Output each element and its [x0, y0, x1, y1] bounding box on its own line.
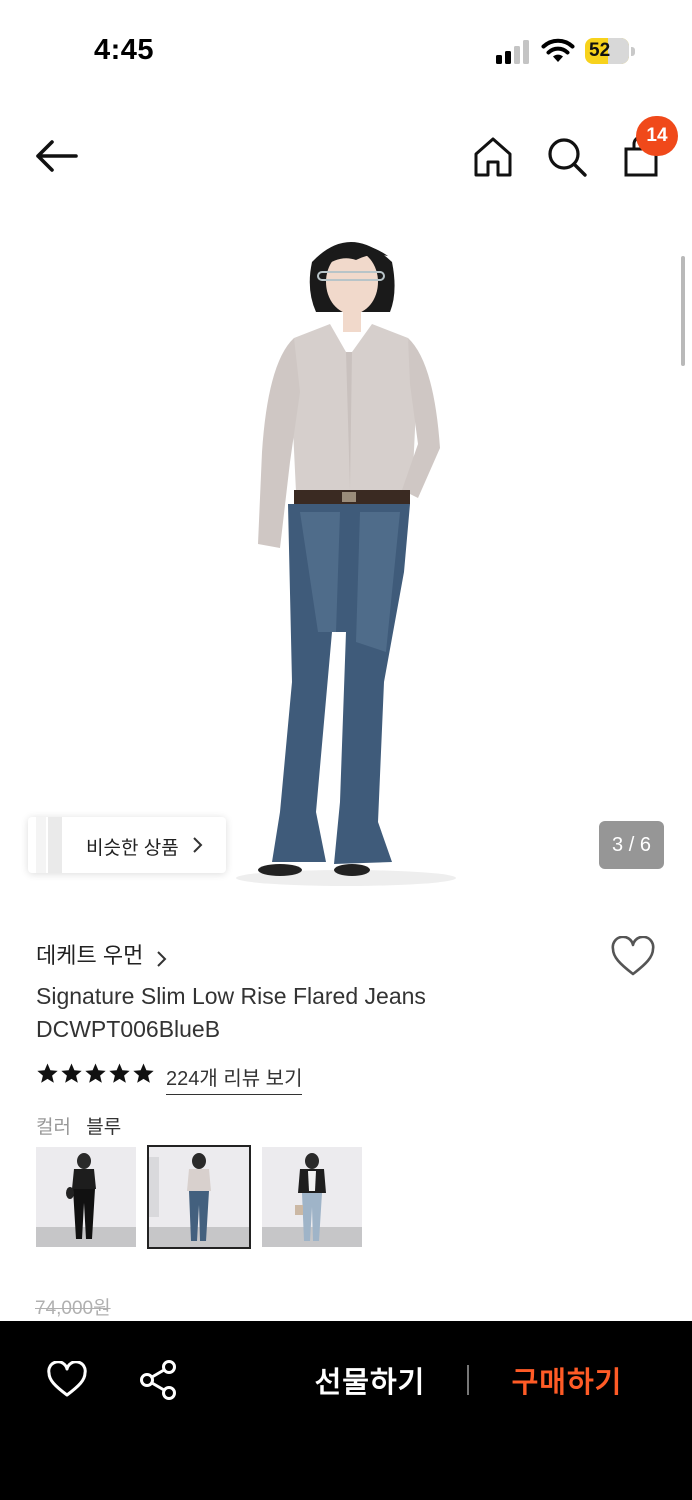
wifi-icon [541, 38, 575, 62]
home-icon[interactable] [470, 134, 516, 180]
similar-products-label: 비슷한 상품 [86, 838, 179, 859]
top-navigation [0, 110, 692, 210]
back-arrow-icon[interactable] [30, 132, 82, 180]
status-time: 4:45 [94, 34, 155, 66]
battery-indicator: 52 [585, 38, 637, 66]
product-image[interactable] [0, 212, 692, 912]
color-label: 컬러 [36, 1117, 71, 1138]
scrollbar-thumb[interactable] [681, 256, 685, 366]
original-price: 74,000원 [35, 1298, 111, 1319]
cellular-signal-icon [496, 40, 529, 64]
swatch-photo [262, 1147, 362, 1247]
stacked-cards-icon [36, 817, 62, 873]
share-icon[interactable] [138, 1359, 178, 1401]
star-icon [133, 1063, 154, 1083]
similar-products-button[interactable]: 비슷한 상품 [28, 817, 226, 873]
image-page-indicator: 3 / 6 [599, 821, 664, 869]
product-title: Signature Slim Low Rise Flared Jeans DCW… [36, 983, 426, 1042]
swatch-photo [36, 1147, 136, 1247]
color-swatch-black[interactable] [36, 1147, 136, 1247]
chevron-right-icon [157, 951, 167, 967]
gift-button[interactable]: 선물하기 [300, 1359, 440, 1401]
battery-percent: 52 [589, 40, 611, 61]
bottom-action-bar: 선물하기 구매하기 [0, 1321, 692, 1500]
brand-name: 데케트 우먼 [36, 943, 144, 968]
cart-count-badge: 14 [636, 116, 678, 156]
star-icon [61, 1063, 82, 1083]
battery-empty-part [607, 38, 629, 64]
heart-icon[interactable] [610, 936, 656, 978]
color-swatch-blue[interactable] [147, 1145, 251, 1249]
rating-stars [36, 1062, 160, 1090]
search-icon[interactable] [544, 134, 590, 180]
reviews-link[interactable]: 224개 리뷰 보기 [166, 1062, 303, 1095]
model-photo [236, 242, 456, 886]
brand-link[interactable]: 데케트 우먼 [36, 938, 168, 968]
buy-button[interactable]: 구매하기 [497, 1359, 637, 1401]
divider [467, 1365, 469, 1395]
color-value: 블루 [86, 1117, 122, 1138]
status-bar: 4:45 52 [0, 0, 692, 100]
battery-body: 52 [585, 38, 629, 64]
star-icon [37, 1063, 58, 1083]
star-icon [85, 1063, 106, 1083]
swatch-photo [149, 1147, 249, 1247]
color-option-row: 컬러 블루 [36, 1112, 121, 1139]
star-icon [109, 1063, 130, 1083]
color-swatch-light-blue[interactable] [262, 1147, 362, 1247]
battery-tip [631, 47, 635, 56]
heart-icon[interactable] [46, 1361, 88, 1399]
chevron-right-icon [193, 837, 203, 853]
